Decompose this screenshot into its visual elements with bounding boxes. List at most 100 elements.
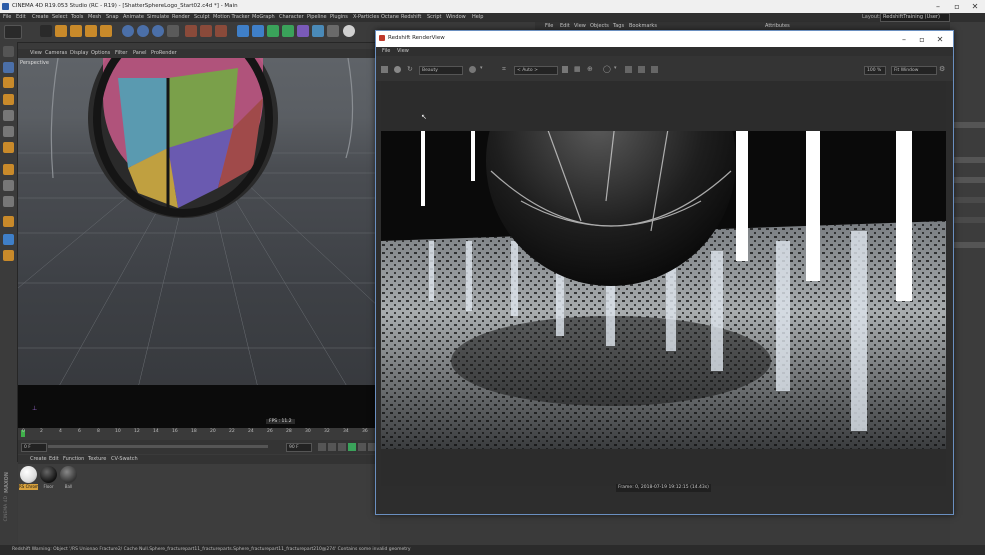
grid-icon[interactable]: ▦ (574, 65, 581, 73)
material-menu-cv-swatch[interactable]: CV-Swatch (111, 456, 138, 462)
tweak-mode-icon[interactable] (3, 180, 14, 191)
maximize-button[interactable]: ▫ (949, 1, 965, 12)
material-menu-create[interactable]: Create (30, 456, 47, 462)
material-menu-edit[interactable]: Edit (49, 456, 59, 462)
menu-create[interactable]: Create (32, 14, 49, 20)
renderview-maximize-button[interactable]: ▫ (914, 34, 930, 45)
play-forwards-icon[interactable] (348, 443, 356, 451)
rotate-tool-icon[interactable] (85, 25, 97, 37)
material-ball[interactable]: Ball (59, 465, 78, 491)
attribute-row[interactable] (950, 177, 985, 183)
refresh-render-icon[interactable]: ↻ (407, 65, 413, 73)
material-rs-chrome[interactable]: RS Chrome (19, 465, 38, 491)
stop-render-icon[interactable] (394, 66, 401, 73)
menu-animate[interactable]: Animate (123, 14, 144, 20)
menu-pipeline[interactable]: Pipeline (307, 14, 327, 20)
timeline-ruler[interactable]: 0 2 4 6 8 10 12 14 16 18 20 22 24 26 28 … (18, 428, 380, 440)
material-floor[interactable]: Floor (39, 465, 58, 491)
menu-render[interactable]: Render (172, 14, 190, 20)
x-axis-icon[interactable] (122, 25, 134, 37)
viewport-menu-filter[interactable]: Filter (115, 50, 127, 56)
renderview-menu-view[interactable]: View (397, 48, 409, 54)
menu-help[interactable]: Help (472, 14, 483, 20)
menu-character[interactable]: Character (279, 14, 304, 20)
menu-redshift[interactable]: Redshift (401, 14, 421, 20)
focus-icon[interactable]: ⊕ (587, 65, 593, 73)
live-selection-icon[interactable] (40, 25, 52, 37)
snapping-icon[interactable] (3, 216, 14, 227)
viewport-menu-display[interactable]: Display (70, 50, 88, 56)
recent-tool-icon[interactable] (100, 25, 112, 37)
render-settings-icon[interactable] (215, 25, 227, 37)
fit-select[interactable]: Fit Window (891, 66, 937, 75)
menu-x-particles[interactable]: X-Particles (353, 14, 379, 20)
minimize-button[interactable]: – (930, 1, 946, 12)
object-menu-edit[interactable]: Edit (560, 23, 570, 29)
viewport-menu-view[interactable]: View (30, 50, 42, 56)
move-tool-icon[interactable] (55, 25, 67, 37)
attribute-row[interactable] (950, 197, 985, 203)
zoom-select[interactable]: 100 % (864, 66, 886, 75)
play-backwards-icon[interactable] (338, 443, 346, 451)
viewport-menu-cameras[interactable]: Cameras (45, 50, 67, 56)
channel-dropdown-icon[interactable]: ▾ (480, 65, 483, 71)
deformer-icon[interactable] (297, 25, 309, 37)
current-frame-field[interactable]: 0 F (21, 443, 47, 452)
subdivision-icon[interactable] (267, 25, 279, 37)
camera-icon[interactable] (327, 25, 339, 37)
menu-motion-tracker[interactable]: Motion Tracker (213, 14, 250, 20)
undo-icon[interactable] (4, 25, 22, 39)
menu-octane[interactable]: Octane (381, 14, 399, 20)
array-icon[interactable] (282, 25, 294, 37)
settings-gear-icon[interactable]: ⚙ (939, 65, 945, 73)
menu-window[interactable]: Window (446, 14, 466, 20)
locked-workplane-icon[interactable] (3, 250, 14, 261)
menu-mograph[interactable]: MoGraph (252, 14, 275, 20)
object-menu-bookmarks[interactable]: Bookmarks (629, 23, 657, 29)
aov-select[interactable]: Beauty (419, 66, 463, 75)
object-menu-file[interactable]: File (545, 23, 553, 29)
object-menu-objects[interactable]: Objects (590, 23, 609, 29)
menu-edit[interactable]: Edit (16, 14, 26, 20)
channel-display-icon[interactable] (469, 66, 476, 73)
coordinate-system-icon[interactable] (167, 25, 179, 37)
z-axis-icon[interactable] (152, 25, 164, 37)
save-image-icon[interactable] (381, 66, 388, 73)
renderview-menu-file[interactable]: File (382, 48, 390, 54)
renderview-minimize-button[interactable]: – (896, 34, 912, 45)
viewport-menu-prorender[interactable]: ProRender (151, 50, 177, 56)
pen-icon[interactable] (252, 25, 264, 37)
render-view-icon[interactable] (185, 25, 197, 37)
material-menu-function[interactable]: Function (63, 456, 84, 462)
object-menu-view[interactable]: View (574, 23, 586, 29)
make-editable-icon[interactable] (3, 46, 14, 57)
attribute-row[interactable] (950, 217, 985, 223)
enable-axis-icon[interactable] (3, 164, 14, 175)
model-mode-icon[interactable] (3, 62, 14, 73)
polygons-mode-icon[interactable] (3, 142, 14, 153)
scale-tool-icon[interactable] (70, 25, 82, 37)
layout-select[interactable]: RedshiftTraining (User) (880, 13, 950, 22)
viewport-menu-panel[interactable]: Panel (133, 50, 147, 56)
camera-select[interactable]: < Auto > (514, 66, 558, 75)
workplane-icon[interactable] (3, 234, 14, 245)
snapshot-history-icon[interactable] (638, 66, 645, 73)
texture-mode-icon[interactable] (3, 77, 14, 88)
crop-region-icon[interactable]: ⌗ (502, 65, 506, 74)
light-icon[interactable] (343, 25, 355, 37)
attribute-row[interactable] (950, 157, 985, 163)
go-to-start-icon[interactable] (318, 443, 326, 451)
y-axis-icon[interactable] (137, 25, 149, 37)
attribute-row[interactable] (950, 122, 985, 128)
attribute-row[interactable] (950, 242, 985, 248)
workplane-mode-icon[interactable] (3, 94, 14, 105)
end-frame-field[interactable]: 90 F (286, 443, 312, 452)
menu-snap[interactable]: Snap (106, 14, 119, 20)
menu-file[interactable]: File (3, 14, 11, 20)
exposure-dropdown-icon[interactable]: ▾ (614, 65, 617, 71)
close-button[interactable]: ✕ (967, 1, 983, 12)
exposure-icon[interactable]: ◯ (603, 65, 611, 73)
perspective-viewport[interactable]: Perspective (18, 58, 380, 428)
menu-simulate[interactable]: Simulate (147, 14, 169, 20)
preview-range-slider[interactable] (48, 445, 268, 448)
